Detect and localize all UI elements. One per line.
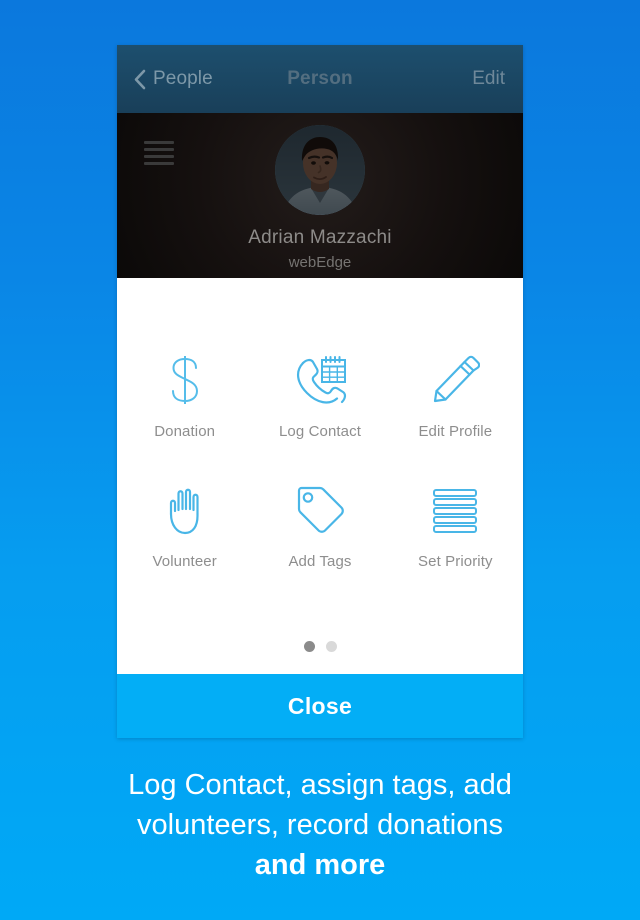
profile-organization: webEdge — [288, 254, 352, 271]
page-indicator[interactable] — [117, 641, 523, 652]
action-grid: Donation Log Contact Edit Profile Volunt… — [117, 352, 523, 570]
raised-hand-icon — [163, 482, 207, 538]
action-label: Add Tags — [288, 553, 352, 570]
priority-lines-icon — [430, 482, 480, 538]
user-avatar-photo — [275, 125, 365, 215]
page-title: Person — [287, 68, 353, 89]
action-tile-volunteer[interactable]: Volunteer — [117, 482, 252, 570]
profile-header: Adrian Mazzachi webEdge — [117, 113, 523, 278]
action-tile-edit-profile[interactable]: Edit Profile — [388, 352, 523, 440]
navigation-bar: People Person Edit — [117, 45, 523, 113]
action-tile-log-contact[interactable]: Log Contact — [252, 352, 387, 440]
profile-name: Adrian Mazzachi — [248, 227, 392, 248]
action-label: Donation — [154, 423, 216, 440]
hamburger-menu-icon[interactable] — [144, 141, 174, 165]
action-label: Edit Profile — [418, 423, 493, 440]
tag-icon — [294, 482, 346, 538]
promo-caption: Log Contact, assign tags, add volunteers… — [0, 765, 640, 885]
pencil-icon — [430, 352, 481, 408]
action-sheet: Donation Log Contact Edit Profile Volunt… — [117, 278, 523, 674]
edit-button[interactable]: Edit — [472, 45, 505, 113]
action-label: Log Contact — [278, 423, 361, 440]
action-tile-set-priority[interactable]: Set Priority — [388, 482, 523, 570]
page-dot-2[interactable] — [325, 641, 337, 652]
caption-line-3: and more — [254, 849, 386, 881]
phone-screen-card: People Person Edit Adrian Mazzachi webEd… — [117, 45, 523, 738]
caption-line-1: Log Contact, assign tags, add — [128, 769, 512, 801]
action-tile-add-tags[interactable]: Add Tags — [252, 482, 387, 570]
close-button[interactable]: Close — [117, 674, 523, 738]
action-label: Set Priority — [418, 553, 493, 570]
action-label: Volunteer — [152, 553, 217, 570]
page-dot-1[interactable] — [303, 641, 315, 652]
dollar-sign-icon — [162, 352, 208, 408]
phone-calendar-icon — [291, 352, 349, 408]
caption-line-2: volunteers, record donations — [137, 809, 503, 841]
action-tile-donation[interactable]: Donation — [117, 352, 252, 440]
avatar[interactable] — [275, 125, 365, 215]
